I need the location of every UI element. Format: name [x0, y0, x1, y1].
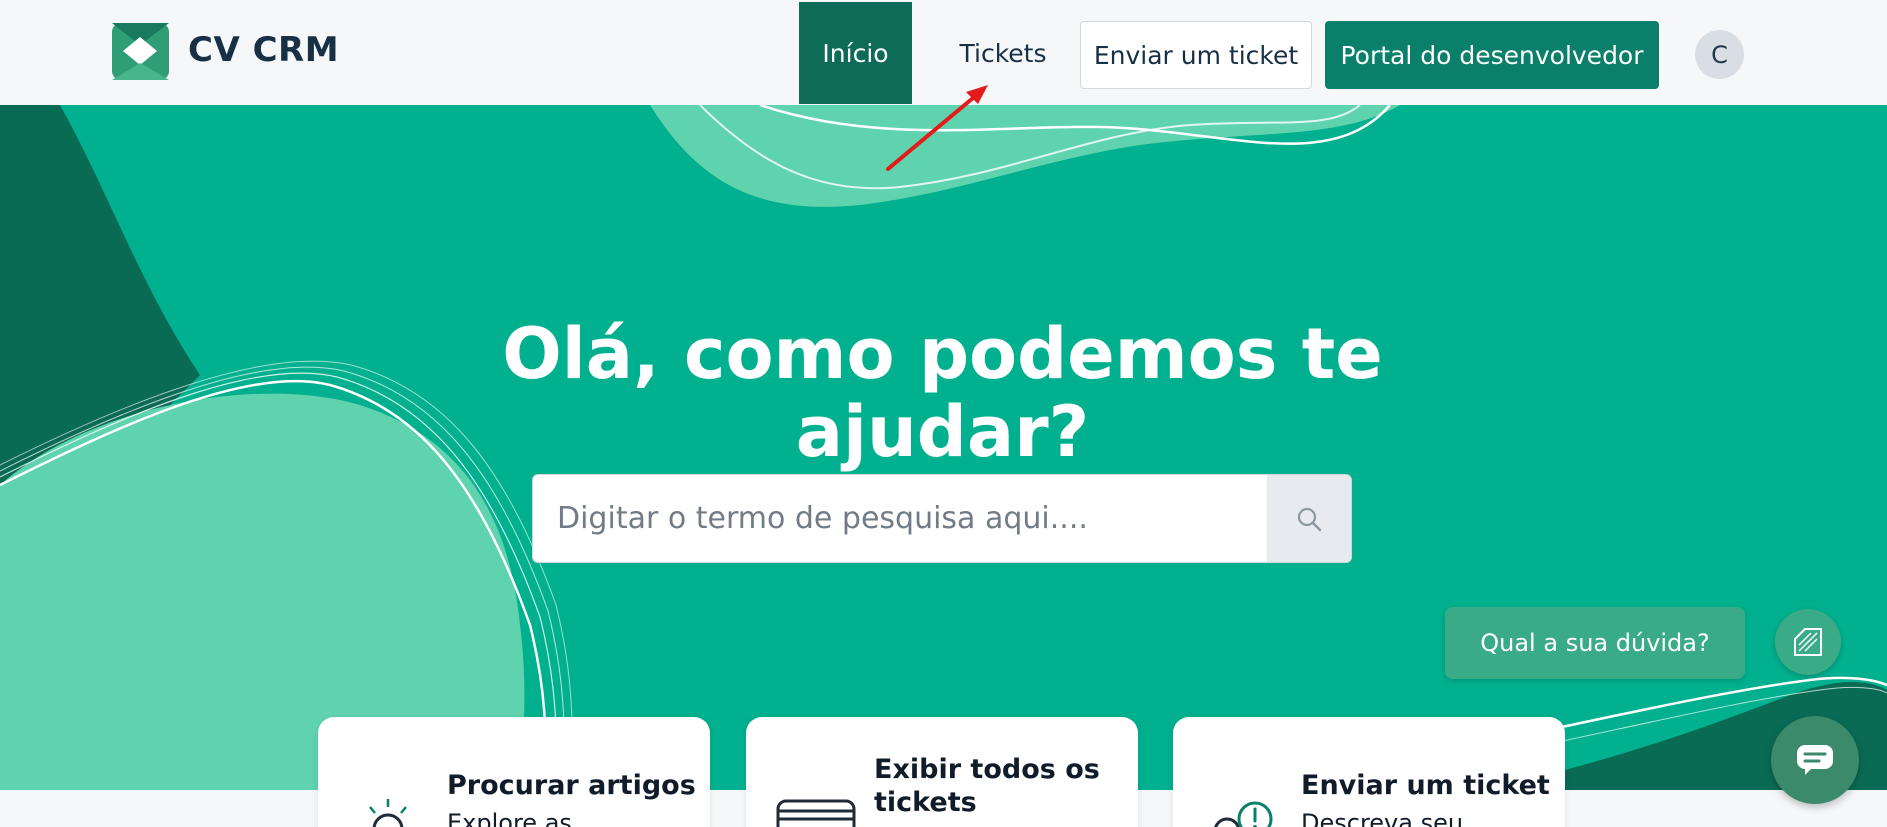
search-input[interactable] [533, 475, 1268, 562]
top-header: CV CRM Início Tickets Enviar um ticket P… [0, 0, 1887, 105]
developer-portal-button[interactable]: Portal do desenvolvedor [1325, 21, 1659, 89]
card-view-all-tickets[interactable]: Exibir todos os tickets [746, 717, 1138, 827]
knowledge-icon [1794, 628, 1822, 656]
alert-person-icon [1214, 801, 1273, 827]
hero-section: Olá, como podemos te ajudar? [0, 105, 1887, 790]
search-button[interactable] [1267, 475, 1351, 562]
card-title: Enviar um ticket [1301, 770, 1550, 801]
brand-name[interactable]: CV CRM [188, 30, 339, 70]
card-title: Procurar artigos [447, 770, 696, 801]
nav-inicio[interactable]: Início [799, 2, 912, 104]
card-title: Exibir todos os tickets [874, 754, 1100, 818]
knowledge-button[interactable] [1775, 609, 1841, 675]
user-avatar[interactable]: C [1695, 30, 1744, 79]
card-description: Descreva seu [1301, 809, 1464, 827]
tickets-stack-icon [776, 799, 856, 827]
card-submit-ticket[interactable]: Enviar um ticket Descreva seu [1173, 717, 1565, 827]
hero-title: Olá, como podemos te ajudar? [502, 313, 1383, 473]
help-question-bubble[interactable]: Qual a sua dúvida? [1445, 607, 1745, 679]
submit-ticket-button[interactable]: Enviar um ticket [1080, 21, 1312, 89]
chat-launcher-button[interactable] [1771, 716, 1859, 804]
search-box [532, 474, 1352, 563]
cv-crm-logo-icon[interactable] [112, 23, 169, 80]
card-browse-articles[interactable]: Procurar artigos Explore as [318, 717, 710, 827]
lightbulb-icon [369, 799, 407, 827]
nav-tickets[interactable]: Tickets [943, 2, 1063, 104]
card-description: Explore as [447, 809, 572, 827]
search-icon [1297, 507, 1322, 531]
chat-icon [1797, 745, 1833, 775]
